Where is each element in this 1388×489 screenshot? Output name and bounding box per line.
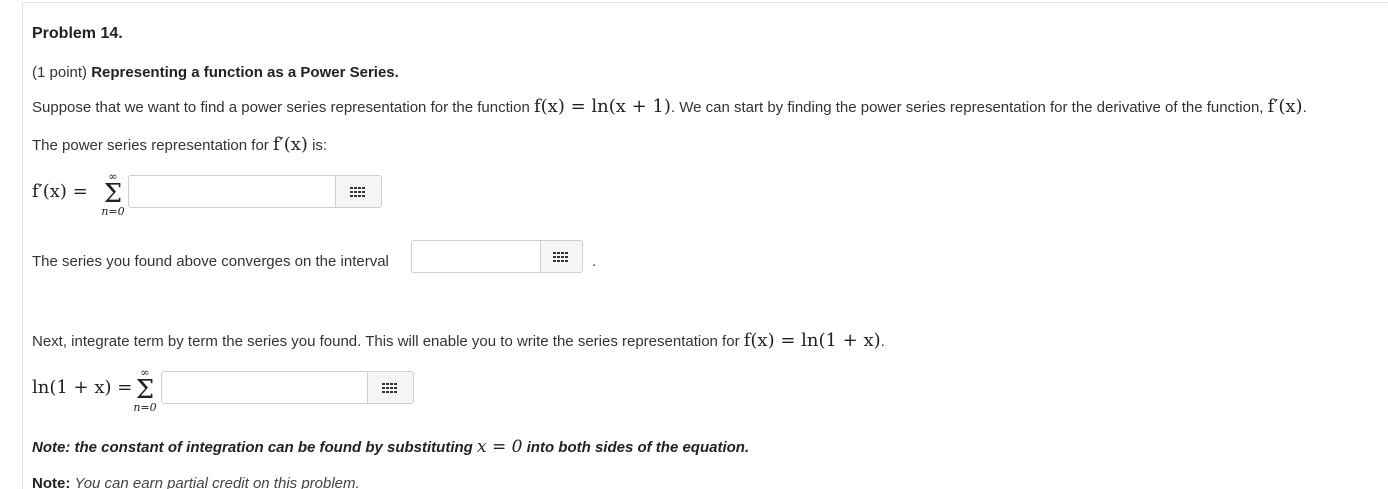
part3-equation-editor-button[interactable] <box>368 371 414 404</box>
partial-credit-note: Note: You can earn partial credit on thi… <box>32 475 360 489</box>
part1-derivative-math: f′(x) <box>272 134 308 155</box>
intro-text-before: Suppose that we want to find a power ser… <box>32 99 530 116</box>
part2-equation-editor-button[interactable] <box>541 240 583 273</box>
intro-end: . <box>1302 99 1307 116</box>
grid-icon <box>382 383 398 394</box>
part1-lhs-math: f′(x) = <box>32 181 88 202</box>
part3-function-math: f(x) = ln(1 + x) <box>743 330 881 351</box>
part2-end: . <box>592 253 597 270</box>
intro-text: Suppose that we want to find a power ser… <box>32 96 1307 117</box>
part3-sum-lower: n=0 <box>133 401 157 414</box>
problem-heading: Representing a function as a Power Serie… <box>91 64 399 81</box>
note2-message: You can earn partial credit on this prob… <box>74 475 360 489</box>
part1-prompt: The power series representation for f′(x… <box>32 134 327 155</box>
part3-answer-input[interactable] <box>161 371 368 404</box>
intro-function-math: f(x) = ln(x + 1) <box>533 96 671 117</box>
part1-equation-editor-button[interactable] <box>336 175 382 208</box>
part1-summation: ∞ Σ n=0 <box>98 171 128 218</box>
note2-label: Note <box>32 475 66 489</box>
note1-after: into both sides of the equation. <box>526 439 750 456</box>
grid-icon <box>553 252 569 263</box>
grid-icon <box>350 187 366 198</box>
note1-before: Note: the constant of integration can be… <box>32 439 473 456</box>
part1-prompt-text: The power series representation for <box>32 137 269 154</box>
integration-note: Note: the constant of integration can be… <box>32 437 749 457</box>
part3-text-before: Next, integrate term by term the series … <box>32 333 740 350</box>
part3-summation: ∞ Σ n=0 <box>130 367 160 414</box>
interval-answer-input[interactable] <box>411 240 541 273</box>
sigma-icon: Σ <box>103 179 123 209</box>
part3-prompt: Next, integrate term by term the series … <box>32 330 885 351</box>
problem-heading-line: (1 point) Representing a function as a P… <box>32 64 399 81</box>
note1-math: x = 0 <box>477 437 523 457</box>
problem-title: Problem 14. <box>32 25 123 42</box>
intro-derivative-math: f′(x) <box>1267 96 1303 117</box>
sigma-icon: Σ <box>135 375 155 405</box>
points-label: (1 point) <box>32 64 88 81</box>
intro-text-after: . We can start by finding the power seri… <box>670 99 1264 116</box>
problem-page: Problem 14. (1 point) Representing a fun… <box>0 0 1388 489</box>
part1-answer-input[interactable] <box>128 175 336 208</box>
part1-sum-lower: n=0 <box>101 205 125 218</box>
part3-end: . <box>880 333 885 350</box>
part1-prompt-end: is: <box>312 137 328 154</box>
part2-prompt: The series you found above converges on … <box>32 253 389 270</box>
part3-lhs-math: ln(1 + x) = <box>32 377 133 398</box>
